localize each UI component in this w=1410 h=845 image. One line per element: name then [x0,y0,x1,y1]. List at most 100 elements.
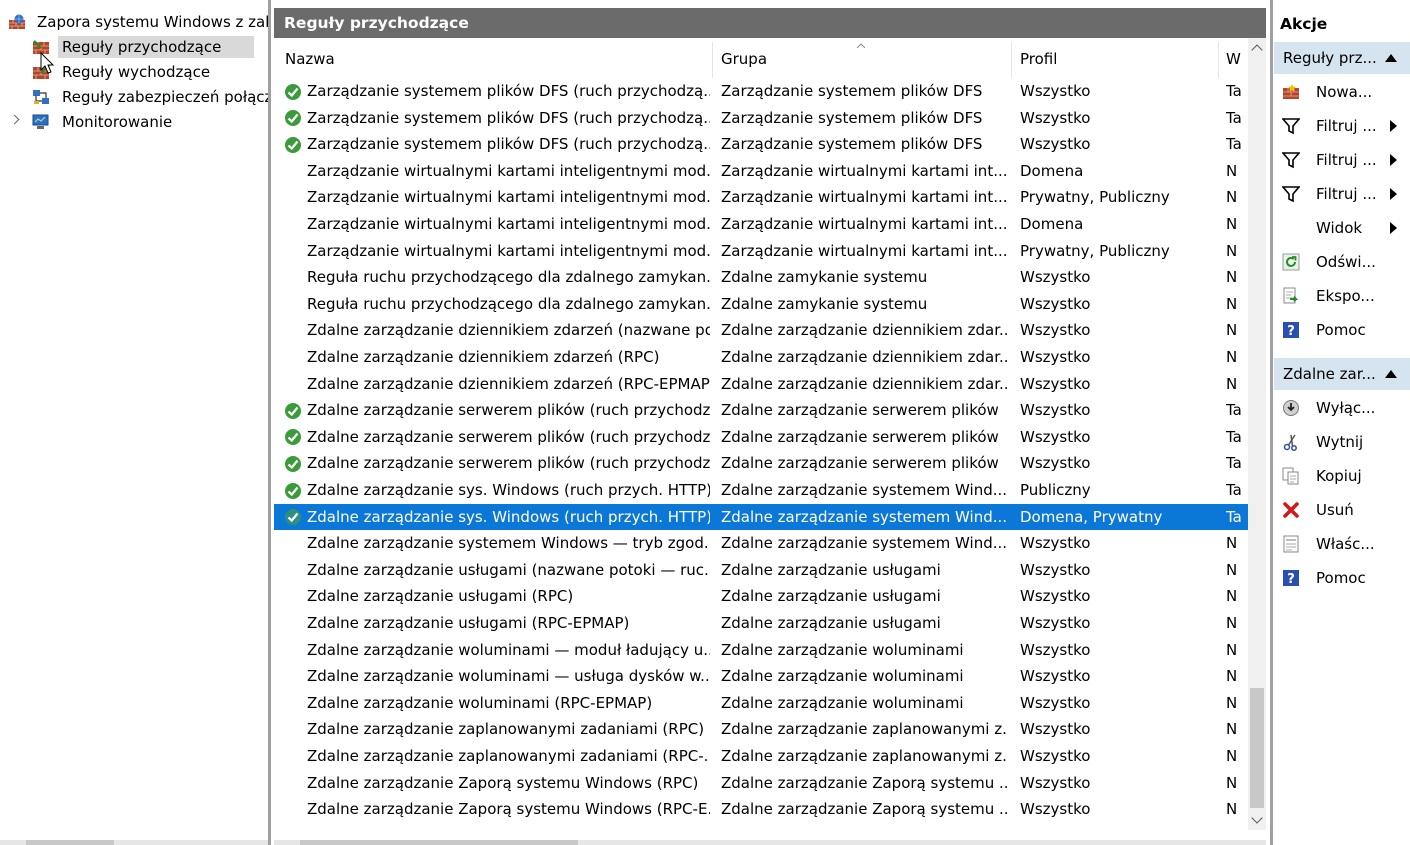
table-row[interactable]: Zdalne zarządzanie Zaporą systemu Window… [274,796,1248,823]
rule-group: Zdalne zarządzanie woluminami [721,693,964,712]
table-row[interactable]: Zdalne zarządzanie sys. Windows (ruch pr… [274,503,1248,531]
rule-name: Reguła ruchu przychodzącego dla zdalnego… [307,294,710,313]
table-row[interactable]: Zdalne zarządzanie usługami (nazwane pot… [274,557,1248,584]
scroll-up-icon[interactable] [1251,44,1263,56]
rule-name: Zdalne zarządzanie woluminami (RPC-EPMAP… [307,693,653,712]
scroll-down-icon[interactable] [1251,812,1263,824]
rule-profile: Wszystko [1020,374,1091,393]
table-row[interactable]: Zdalne zarządzanie usługami (RPC) Zdalne … [274,583,1248,610]
column-header-name[interactable]: Nazwa [285,48,335,70]
action-item[interactable]: Kopiuj [1274,459,1410,493]
scrollbar-thumb[interactable] [26,840,114,845]
enabled-check-icon [285,110,301,127]
action-item[interactable]: Wyłąc... [1274,391,1410,425]
copy-icon [1282,467,1299,485]
sort-ascending-icon [857,43,865,48]
table-row[interactable]: Zarządzanie systemem plików DFS (ruch pr… [274,78,1248,105]
rule-profile: Wszystko [1020,720,1091,739]
column-header-enabled[interactable]: W [1226,48,1241,70]
table-row[interactable]: Zarządzanie wirtualnymi kartami intelige… [274,184,1248,211]
right-splitter[interactable] [1270,0,1273,845]
action-item[interactable]: Usuń [1274,493,1410,527]
left-splitter[interactable] [268,0,271,845]
rule-name: Zarządzanie wirtualnymi kartami intelige… [307,241,710,260]
rule-enabled: Ta [1226,135,1242,154]
table-row[interactable]: Reguła ruchu przychodzącego dla zdalnego… [274,264,1248,291]
table-row[interactable]: Zarządzanie wirtualnymi kartami intelige… [274,238,1248,265]
action-label: Filtruj ... [1316,151,1377,169]
table-row[interactable]: Zdalne zarządzanie zaplanowanymi zadania… [274,743,1248,770]
table-row[interactable]: Zarządzanie systemem plików DFS (ruch pr… [274,105,1248,132]
tree-item-label: Monitorowanie [62,113,173,131]
action-item[interactable]: Ekspo... [1274,279,1410,313]
table-row[interactable]: Zdalne zarządzanie dziennikiem zdarzeń (… [274,317,1248,344]
table-row[interactable]: Zdalne zarządzanie serwerem plików (ruch… [274,397,1248,424]
rule-name: Zdalne zarządzanie zaplanowanymi zadania… [307,720,705,739]
rule-enabled: N [1226,800,1238,819]
action-item[interactable]: Właśc... [1274,527,1410,561]
rule-group: Zdalne zarządzanie systemem Wind... [721,507,1008,526]
table-row[interactable]: Zdalne zarządzanie serwerem plików (ruch… [274,424,1248,451]
table-row[interactable]: Zdalne zarządzanie usługami (RPC-EPMAP) Z… [274,610,1248,637]
actions-section-selected-rule[interactable]: Zdalne zar... [1274,358,1410,390]
table-row[interactable]: Zdalne zarządzanie systemem Windows — tr… [274,530,1248,557]
table-row[interactable]: Zdalne zarządzanie dziennikiem zdarzeń (… [274,371,1248,398]
rule-profile: Wszystko [1020,82,1091,100]
action-item[interactable]: Nowa... [1274,75,1410,109]
table-row[interactable]: Zdalne zarządzanie serwerem plików (ruch… [274,450,1248,477]
rule-profile: Wszystko [1020,614,1091,632]
rule-profile: Wszystko [1020,560,1091,579]
table-row[interactable]: Reguła ruchu przychodzącego dla zdalnego… [274,291,1248,318]
rule-profile: Wszystko [1020,108,1091,127]
collapse-up-icon[interactable] [1385,370,1397,378]
table-row[interactable]: Zdalne zarządzanie zaplanowanymi zadania… [274,716,1248,743]
rule-group: Zdalne zarządzanie zaplanowanymi z... [721,720,1008,739]
actions-section-inbound-rules[interactable]: Reguły prz... [1274,42,1410,74]
action-item[interactable]: Wytnij [1274,425,1410,459]
column-divider[interactable] [1011,42,1012,78]
tree-horizontal-scrollbar[interactable] [0,840,268,845]
enabled-check-icon [285,83,301,100]
table-row[interactable]: Zdalne zarządzanie Zaporą systemu Window… [274,770,1248,797]
column-divider[interactable] [1218,42,1219,78]
rule-name: Zdalne zarządzanie sys. Windows (ruch pr… [307,481,710,499]
action-item[interactable]: Filtruj ... [1274,109,1410,143]
svg-text:?: ? [1287,324,1295,339]
table-row[interactable]: Zdalne zarządzanie woluminami — usługa d… [274,663,1248,690]
rule-group: Zdalne zarządzanie serwerem plików [721,454,999,473]
column-header-profile[interactable]: Profil [1020,48,1057,70]
rule-enabled: N [1226,348,1238,366]
column-divider[interactable] [712,42,713,78]
rule-name: Zdalne zarządzanie dziennikiem zdarzeń (… [307,348,660,366]
table-row[interactable]: Zarządzanie wirtualnymi kartami intelige… [274,158,1248,185]
table-row[interactable]: Zarządzanie wirtualnymi kartami intelige… [274,211,1248,238]
table-row[interactable]: Zdalne zarządzanie woluminami (RPC-EPMAP… [274,690,1248,717]
rule-group: Zdalne zarządzanie woluminami [721,667,964,686]
rule-group: Zdalne zarządzanie serwerem plików [721,401,999,420]
action-item[interactable]: Filtruj ... [1274,177,1410,211]
action-item[interactable]: Filtruj ... [1274,143,1410,177]
rules-vertical-scrollbar[interactable] [1248,38,1266,830]
action-item[interactable]: Odświ... [1274,245,1410,279]
scrollbar-thumb[interactable] [300,840,578,845]
column-header-group[interactable]: Grupa [721,48,767,70]
rule-enabled: N [1226,215,1238,233]
table-row[interactable]: Zdalne zarządzanie dziennikiem zdarzeń (… [274,344,1248,371]
action-item[interactable]: ? Pomoc [1274,561,1410,595]
table-row[interactable]: Zdalne zarządzanie woluminami — moduł ła… [274,637,1248,664]
rule-enabled: N [1226,667,1238,686]
rule-name: Zdalne zarządzanie Zaporą systemu Window… [307,800,710,819]
collapse-up-icon[interactable] [1385,54,1397,62]
expand-chevron-icon[interactable] [9,114,20,125]
action-item[interactable]: ? Pomoc [1274,313,1410,347]
action-item[interactable]: Widok [1274,211,1410,245]
rule-profile: Domena [1020,215,1084,233]
scrollbar-thumb[interactable] [1250,688,1264,808]
rule-profile: Wszystko [1020,268,1091,287]
enabled-check-icon [285,402,301,419]
rule-group: Zdalne zamykanie systemu [721,294,928,313]
table-row[interactable]: Zarządzanie systemem plików DFS (ruch pr… [274,131,1248,158]
table-row[interactable]: Zdalne zarządzanie sys. Windows (ruch pr… [274,477,1248,504]
rules-horizontal-scrollbar[interactable] [274,840,1266,845]
enabled-check-icon [285,429,301,446]
